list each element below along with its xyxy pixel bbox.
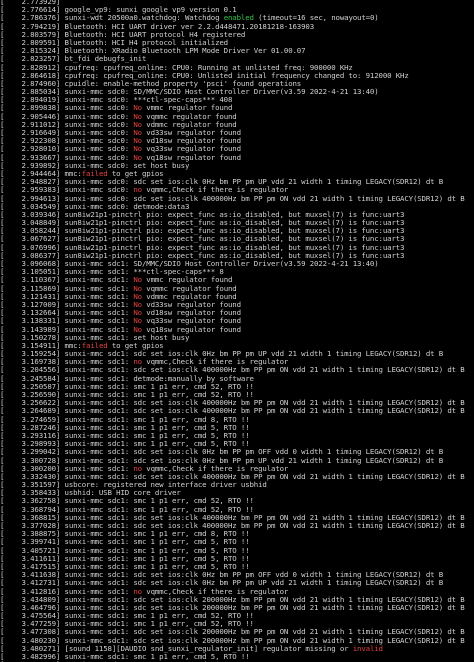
log-error-text: invalid	[352, 643, 383, 653]
kernel-boot-log: [ 2.773929][ 2.776614] google_vp9: sunxi…	[0, 0, 474, 662]
